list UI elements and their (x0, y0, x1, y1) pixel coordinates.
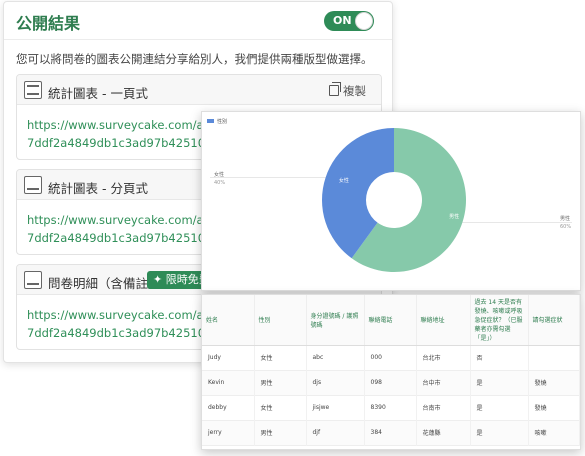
document-icon (24, 271, 42, 289)
toggle-label: ON (333, 14, 352, 27)
response-table: 姓名 性別 身分證號碼 / 護照號碼 聯絡電話 聯絡地址 過去 14 天是否有發… (202, 295, 580, 446)
panel-header: 公開結果 ON (4, 2, 392, 40)
table-cell: 咳嗽 (528, 420, 580, 445)
card-header: 統計圖表 - 一頁式 複製 (17, 75, 381, 105)
table-cell: 發燒 (528, 395, 580, 420)
column-header: 姓名 (202, 295, 255, 346)
card-title: 統計圖表 - 分頁式 (48, 181, 148, 196)
table-cell: 8390 (364, 395, 417, 420)
table-cell: 否 (470, 345, 529, 370)
column-header: 聯絡地址 (416, 295, 471, 346)
table-cell: 是 (470, 420, 529, 445)
panel-description: 您可以將問卷的圖表公開連結分享給別人，我們提供兩種版型做選擇。 (16, 52, 373, 66)
callout-percent-label: 40% (214, 180, 225, 186)
table-cell: 花蓮縣 (416, 420, 471, 445)
table-cell: Kevin (202, 370, 255, 395)
table-cell: 台北市 (416, 345, 471, 370)
donut-slices: 男性 女性 (322, 128, 466, 272)
table-cell: 098 (364, 370, 417, 395)
table-cell: 是 (470, 370, 529, 395)
table-cell: Judy (202, 345, 255, 370)
card-title: 統計圖表 - 一頁式 (48, 86, 148, 101)
column-header: 請勾選症狀 (528, 295, 580, 346)
column-header: 聯絡電話 (364, 295, 417, 346)
legend-label: 性別 (217, 118, 227, 125)
table-cell: djf (306, 420, 365, 445)
gender-donut-chart: 性別 男性 女性 男性 60% 女性 40% (207, 118, 572, 272)
table-header-row: 姓名 性別 身分證號碼 / 護照號碼 聯絡電話 聯絡地址 過去 14 天是否有發… (202, 295, 580, 346)
copy-label: 複製 (343, 84, 366, 98)
table-cell: jerry (202, 420, 255, 445)
card-title: 問卷明細（含備註） (48, 276, 161, 291)
table-cell: 是 (470, 395, 529, 420)
table-cell: 384 (364, 420, 417, 445)
legend-swatch (207, 119, 214, 123)
table-cell: 女性 (254, 395, 307, 420)
column-header: 性別 (254, 295, 307, 346)
panel-title: 公開結果 (16, 14, 81, 33)
table-cell: jisjwe (306, 395, 365, 420)
table-cell: 男性 (254, 370, 307, 395)
table-row: jerry 男性 djf 384 花蓮縣 是 咳嗽 (202, 420, 580, 445)
table-cell: 台中市 (416, 370, 471, 395)
table-cell: 000 (364, 345, 417, 370)
publish-toggle[interactable]: ON (324, 11, 374, 31)
table-cell (528, 345, 580, 370)
toggle-knob[interactable] (355, 12, 373, 30)
table-cell: 男性 (254, 420, 307, 445)
document-icon (24, 176, 42, 194)
document-icon (24, 81, 42, 99)
table-cell: 女性 (254, 345, 307, 370)
slice-label: 女性 (339, 177, 349, 184)
slice-label: 男性 (449, 213, 459, 220)
callout-category-label: 女性 (214, 171, 224, 178)
column-header: 身分證號碼 / 護照號碼 (306, 295, 365, 346)
copy-button[interactable]: 複製 (329, 82, 366, 99)
table-row: Kevin 男性 djs 098 台中市 是 發燒 (202, 370, 580, 395)
table-cell: 台南市 (416, 395, 471, 420)
copy-icon (329, 82, 341, 96)
gender-chart-card: 性別 男性 女性 男性 60% 女性 40% (201, 111, 581, 291)
table-cell: 發燒 (528, 370, 580, 395)
table-cell: abc (306, 345, 365, 370)
table-row: debby 女性 jisjwe 8390 台南市 是 發燒 (202, 395, 580, 420)
table-cell: debby (202, 395, 255, 420)
table-cell: djs (306, 370, 365, 395)
callout-category-label: 男性 (560, 215, 570, 222)
table-row: Judy 女性 abc 000 台北市 否 (202, 345, 580, 370)
response-detail-table-card: 姓名 性別 身分證號碼 / 護照號碼 聯絡電話 聯絡地址 過去 14 天是否有發… (201, 294, 581, 450)
column-header: 過去 14 天是否有發燒、咳嗽或呼吸急促症狀？（已服藥者亦需勾選「是」） (470, 295, 529, 346)
callout-percent-label: 60% (560, 224, 571, 230)
donut-callouts: 男性 60% 女性 40% (210, 171, 572, 230)
